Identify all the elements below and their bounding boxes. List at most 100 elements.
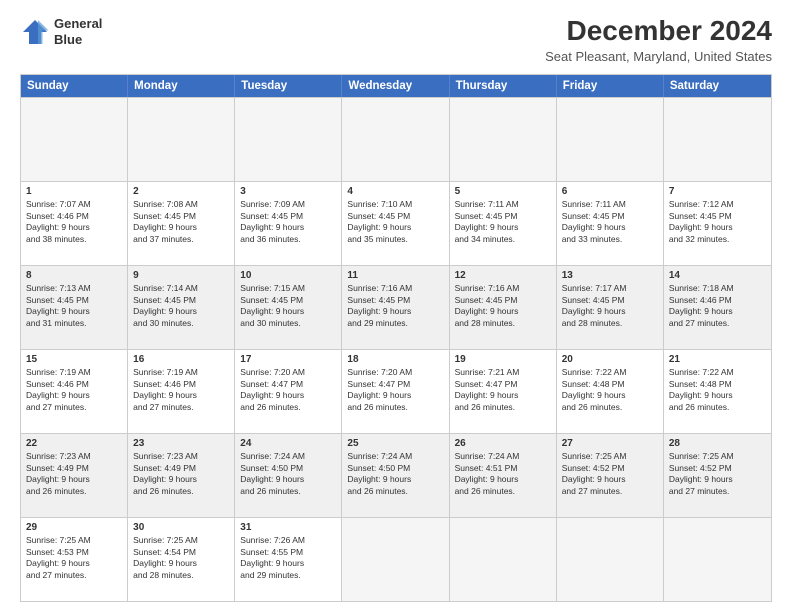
cal-cell: 4Sunrise: 7:10 AMSunset: 4:45 PMDaylight… xyxy=(342,182,449,265)
day-info: Sunset: 4:46 PM xyxy=(669,295,766,306)
day-info: and 26 minutes. xyxy=(347,486,443,497)
cal-cell: 18Sunrise: 7:20 AMSunset: 4:47 PMDayligh… xyxy=(342,350,449,433)
day-info: Sunset: 4:49 PM xyxy=(26,463,122,474)
day-number: 14 xyxy=(669,269,766,283)
logo: General Blue xyxy=(20,16,102,47)
main-title: December 2024 xyxy=(545,16,772,47)
day-info: Sunrise: 7:10 AM xyxy=(347,199,443,210)
day-info: Sunrise: 7:08 AM xyxy=(133,199,229,210)
week-2: 1Sunrise: 7:07 AMSunset: 4:46 PMDaylight… xyxy=(21,181,771,265)
day-info: Daylight: 9 hours xyxy=(562,474,658,485)
day-info: and 30 minutes. xyxy=(133,318,229,329)
day-number: 3 xyxy=(240,185,336,199)
day-info: and 28 minutes. xyxy=(133,570,229,581)
day-info: Sunset: 4:45 PM xyxy=(347,211,443,222)
day-info: Sunrise: 7:15 AM xyxy=(240,283,336,294)
cal-cell: 7Sunrise: 7:12 AMSunset: 4:45 PMDaylight… xyxy=(664,182,771,265)
cal-cell: 31Sunrise: 7:26 AMSunset: 4:55 PMDayligh… xyxy=(235,518,342,601)
day-info: Sunset: 4:53 PM xyxy=(26,547,122,558)
day-number: 6 xyxy=(562,185,658,199)
day-number: 8 xyxy=(26,269,122,283)
day-number: 17 xyxy=(240,353,336,367)
day-info: Daylight: 9 hours xyxy=(669,474,766,485)
day-info: Sunset: 4:45 PM xyxy=(26,295,122,306)
day-info: Sunrise: 7:16 AM xyxy=(347,283,443,294)
day-info: Sunset: 4:45 PM xyxy=(240,211,336,222)
day-info: Sunrise: 7:23 AM xyxy=(133,451,229,462)
day-info: Sunset: 4:45 PM xyxy=(562,295,658,306)
day-info: Daylight: 9 hours xyxy=(347,474,443,485)
week-3: 8Sunrise: 7:13 AMSunset: 4:45 PMDaylight… xyxy=(21,265,771,349)
day-info: and 30 minutes. xyxy=(240,318,336,329)
cal-cell: 11Sunrise: 7:16 AMSunset: 4:45 PMDayligh… xyxy=(342,266,449,349)
cal-cell: 14Sunrise: 7:18 AMSunset: 4:46 PMDayligh… xyxy=(664,266,771,349)
cal-cell xyxy=(342,518,449,601)
day-info: Sunset: 4:45 PM xyxy=(455,211,551,222)
cal-cell: 6Sunrise: 7:11 AMSunset: 4:45 PMDaylight… xyxy=(557,182,664,265)
day-info: Sunrise: 7:14 AM xyxy=(133,283,229,294)
cal-cell xyxy=(235,98,342,181)
cal-cell xyxy=(450,98,557,181)
logo-line2: Blue xyxy=(54,32,102,48)
cal-cell: 10Sunrise: 7:15 AMSunset: 4:45 PMDayligh… xyxy=(235,266,342,349)
calendar-header: SundayMondayTuesdayWednesdayThursdayFrid… xyxy=(21,75,771,97)
week-4: 15Sunrise: 7:19 AMSunset: 4:46 PMDayligh… xyxy=(21,349,771,433)
cal-cell: 26Sunrise: 7:24 AMSunset: 4:51 PMDayligh… xyxy=(450,434,557,517)
cal-cell: 30Sunrise: 7:25 AMSunset: 4:54 PMDayligh… xyxy=(128,518,235,601)
day-number: 19 xyxy=(455,353,551,367)
day-header-wednesday: Wednesday xyxy=(342,75,449,97)
cal-cell: 9Sunrise: 7:14 AMSunset: 4:45 PMDaylight… xyxy=(128,266,235,349)
day-info: and 27 minutes. xyxy=(26,570,122,581)
day-info: Sunrise: 7:19 AM xyxy=(133,367,229,378)
day-info: Sunrise: 7:21 AM xyxy=(455,367,551,378)
day-info: and 33 minutes. xyxy=(562,234,658,245)
day-info: Sunrise: 7:25 AM xyxy=(133,535,229,546)
day-info: Sunrise: 7:24 AM xyxy=(347,451,443,462)
day-info: Sunset: 4:45 PM xyxy=(240,295,336,306)
cal-cell xyxy=(664,518,771,601)
day-info: Sunrise: 7:22 AM xyxy=(562,367,658,378)
cal-cell: 24Sunrise: 7:24 AMSunset: 4:50 PMDayligh… xyxy=(235,434,342,517)
day-header-sunday: Sunday xyxy=(21,75,128,97)
day-info: Sunrise: 7:11 AM xyxy=(455,199,551,210)
day-info: Daylight: 9 hours xyxy=(240,306,336,317)
day-info: Daylight: 9 hours xyxy=(133,474,229,485)
day-number: 21 xyxy=(669,353,766,367)
cal-cell: 25Sunrise: 7:24 AMSunset: 4:50 PMDayligh… xyxy=(342,434,449,517)
page: General Blue December 2024 Seat Pleasant… xyxy=(0,0,792,612)
cal-cell xyxy=(664,98,771,181)
day-info: Daylight: 9 hours xyxy=(240,222,336,233)
cal-cell: 27Sunrise: 7:25 AMSunset: 4:52 PMDayligh… xyxy=(557,434,664,517)
day-number: 11 xyxy=(347,269,443,283)
day-info: Sunset: 4:45 PM xyxy=(133,295,229,306)
cal-cell: 8Sunrise: 7:13 AMSunset: 4:45 PMDaylight… xyxy=(21,266,128,349)
day-info: Sunset: 4:50 PM xyxy=(347,463,443,474)
day-info: Sunrise: 7:17 AM xyxy=(562,283,658,294)
day-info: Sunset: 4:47 PM xyxy=(240,379,336,390)
day-info: and 32 minutes. xyxy=(669,234,766,245)
day-number: 5 xyxy=(455,185,551,199)
day-info: Sunrise: 7:11 AM xyxy=(562,199,658,210)
day-info: Daylight: 9 hours xyxy=(240,390,336,401)
day-info: Daylight: 9 hours xyxy=(455,390,551,401)
day-number: 25 xyxy=(347,437,443,451)
logo-text: General Blue xyxy=(54,16,102,47)
cal-cell: 16Sunrise: 7:19 AMSunset: 4:46 PMDayligh… xyxy=(128,350,235,433)
day-info: Sunset: 4:46 PM xyxy=(26,211,122,222)
day-number: 27 xyxy=(562,437,658,451)
day-info: Daylight: 9 hours xyxy=(26,474,122,485)
day-info: Sunrise: 7:22 AM xyxy=(669,367,766,378)
cal-cell: 3Sunrise: 7:09 AMSunset: 4:45 PMDaylight… xyxy=(235,182,342,265)
day-info: Sunrise: 7:16 AM xyxy=(455,283,551,294)
day-info: Daylight: 9 hours xyxy=(669,306,766,317)
day-number: 23 xyxy=(133,437,229,451)
day-info: Sunrise: 7:25 AM xyxy=(562,451,658,462)
cal-cell: 17Sunrise: 7:20 AMSunset: 4:47 PMDayligh… xyxy=(235,350,342,433)
cal-cell: 23Sunrise: 7:23 AMSunset: 4:49 PMDayligh… xyxy=(128,434,235,517)
day-number: 12 xyxy=(455,269,551,283)
day-info: Sunset: 4:50 PM xyxy=(240,463,336,474)
day-info: Sunrise: 7:24 AM xyxy=(455,451,551,462)
day-info: and 29 minutes. xyxy=(347,318,443,329)
day-info: and 27 minutes. xyxy=(669,318,766,329)
day-info: and 31 minutes. xyxy=(26,318,122,329)
